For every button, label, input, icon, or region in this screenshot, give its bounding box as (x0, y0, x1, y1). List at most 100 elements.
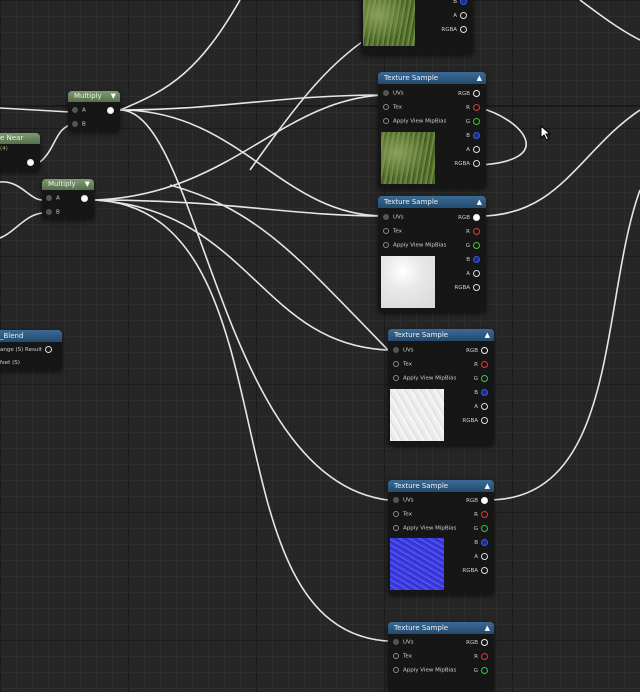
collapse-arrow-icon[interactable]: ▼ (111, 91, 116, 102)
collapse-arrow-icon[interactable]: ▲ (477, 72, 482, 84)
output-rgba[interactable]: RGBA (454, 160, 480, 168)
output-g[interactable]: G (474, 525, 488, 533)
wire (479, 109, 640, 217)
node-title: Texture Sample (384, 74, 439, 82)
multiply-node[interactable]: Multiply ▼ A B (42, 179, 94, 219)
blend-node-partial[interactable]: _Blend ange (S) Result fset (S) (0, 330, 62, 370)
texture-thumbnail (390, 389, 444, 441)
output-r[interactable]: R (466, 104, 480, 112)
wire (119, 94, 384, 111)
texture-sample-node[interactable]: Texture Sample ▲ UVs Tex Apply View MipBi… (388, 329, 494, 445)
input-apply-view-mipbias[interactable]: Apply View MipBias (383, 118, 446, 126)
output-rgba[interactable]: RGBA (454, 284, 480, 292)
node-title: Texture Sample (394, 331, 449, 339)
output-b[interactable]: B (466, 256, 480, 264)
collapse-arrow-icon[interactable]: ▼ (85, 179, 90, 190)
output-rgb[interactable]: RGB (458, 214, 480, 222)
input-apply-view-mipbias[interactable]: Apply View MipBias (393, 375, 456, 383)
node-title: Multiply (48, 180, 76, 188)
input-apply-view-mipbias[interactable]: Apply View MipBias (393, 525, 456, 533)
output-rgb[interactable]: RGB (466, 497, 488, 505)
wire (0, 212, 43, 239)
wire (119, 0, 241, 111)
node-title: Texture Sample (394, 482, 449, 490)
input-tex[interactable]: Tex (383, 104, 402, 112)
output-rgba[interactable]: RGBA (462, 417, 488, 425)
node-title: Texture Sample (384, 198, 439, 206)
node-title: e Near (0, 134, 24, 142)
output-b[interactable]: B (474, 389, 488, 397)
output-a[interactable]: A (466, 146, 480, 154)
node-title: _Blend (0, 332, 24, 340)
wire (479, 107, 527, 166)
texture-sample-node[interactable]: Texture Sample ▲ UVs Tex Apply View MipBi… (388, 480, 494, 594)
multiply-node[interactable]: Multiply ▼ A B (68, 91, 120, 131)
input-b[interactable]: B (72, 121, 86, 129)
partial-node[interactable]: e Near (4) (0, 133, 40, 171)
texture-thumbnail (390, 538, 444, 590)
wire (487, 189, 640, 501)
collapse-arrow-icon[interactable]: ▲ (485, 622, 490, 634)
input-uvs[interactable]: UVs (393, 639, 414, 647)
collapse-arrow-icon[interactable]: ▲ (485, 329, 490, 341)
wire (39, 124, 71, 163)
node-title: Texture Sample (394, 624, 449, 632)
input-a[interactable]: A (72, 107, 86, 115)
input-tex[interactable]: Tex (383, 228, 402, 236)
input-b[interactable]: B (46, 209, 60, 217)
input-tex[interactable]: Tex (393, 361, 412, 369)
input-uvs[interactable]: UVs (393, 347, 414, 355)
wire (0, 181, 43, 201)
input-uvs[interactable]: UVs (393, 497, 414, 505)
input-offset[interactable]: fset (S) (0, 360, 20, 367)
output-b[interactable]: B (466, 132, 480, 140)
output-pin[interactable] (24, 159, 34, 167)
output-a[interactable]: A (466, 270, 480, 278)
texture-thumbnail (381, 132, 435, 184)
texture-thumbnail (363, 0, 415, 46)
output-r[interactable]: R (474, 361, 488, 369)
output-rgb[interactable]: RGB (466, 347, 488, 355)
input-a[interactable]: A (46, 195, 60, 203)
input-apply-view-mipbias[interactable]: Apply View MipBias (393, 667, 456, 675)
texture-sample-node[interactable]: Texture Sample ▲ UVs Tex Apply View MipBi… (378, 196, 486, 312)
output-r[interactable]: R (466, 228, 480, 236)
input-apply-view-mipbias[interactable]: Apply View MipBias (383, 242, 446, 250)
texture-sample-node-partial[interactable]: B A RGBA (361, 0, 473, 54)
output-g[interactable]: G (466, 118, 480, 126)
output-rgb[interactable]: RGB (458, 90, 480, 98)
input-uvs[interactable]: UVs (383, 214, 404, 222)
output-result[interactable] (78, 195, 88, 203)
output-g[interactable]: G (466, 242, 480, 250)
texture-sample-node[interactable]: Texture Sample ▲ UVs Tex Apply View MipBi… (388, 622, 494, 692)
texture-sample-node[interactable]: Texture Sample ▲ UVs Tex Apply View MipBi… (378, 72, 486, 188)
input-tex[interactable]: Tex (393, 511, 412, 519)
wire (579, 0, 640, 41)
mouse-cursor-icon (540, 125, 552, 141)
output-a[interactable]: A (474, 403, 488, 411)
output-g[interactable]: G (474, 667, 488, 675)
input-uvs[interactable]: UVs (383, 90, 404, 98)
wire (119, 109, 384, 217)
collapse-arrow-icon[interactable]: ▲ (477, 196, 482, 208)
input-tex[interactable]: Tex (393, 653, 412, 661)
output-a[interactable]: A (453, 12, 467, 20)
output-rgba[interactable]: RGBA (441, 26, 467, 34)
output-r[interactable]: R (474, 511, 488, 519)
texture-thumbnail (381, 256, 435, 308)
output-b[interactable]: B (453, 0, 467, 6)
node-title: Multiply (74, 92, 102, 100)
output-a[interactable]: A (474, 553, 488, 561)
wire (119, 109, 389, 501)
node-subtitle: (4) (0, 146, 8, 152)
output-rgb[interactable]: RGB (466, 639, 488, 647)
output-result[interactable]: ange (S) Result (0, 346, 53, 354)
output-r[interactable]: R (474, 653, 488, 661)
output-b[interactable]: B (474, 539, 488, 547)
wire (94, 199, 389, 642)
output-rgba[interactable]: RGBA (462, 567, 488, 575)
output-g[interactable]: G (474, 375, 488, 383)
output-result[interactable] (104, 107, 114, 115)
collapse-arrow-icon[interactable]: ▲ (485, 480, 490, 492)
wire (0, 107, 71, 113)
